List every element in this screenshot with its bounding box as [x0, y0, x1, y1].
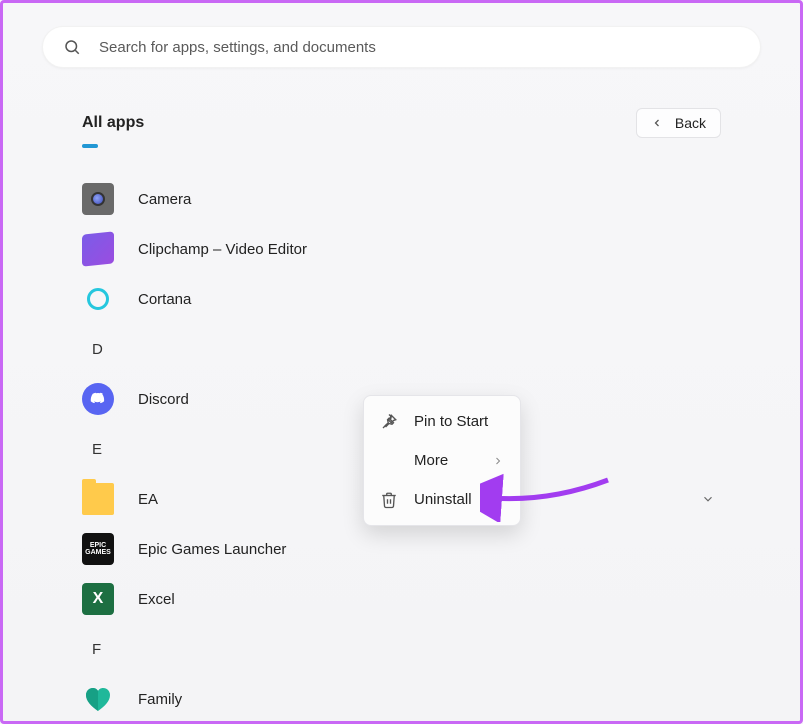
pin-icon — [380, 413, 398, 431]
app-item-clipchamp[interactable]: Clipchamp – Video Editor — [82, 224, 721, 274]
section-header-d[interactable]: D — [82, 324, 721, 374]
app-label: Cortana — [138, 291, 191, 308]
app-label: Epic Games Launcher — [138, 541, 286, 558]
app-label: Clipchamp – Video Editor — [138, 241, 307, 258]
app-label: Camera — [138, 191, 191, 208]
app-item-camera[interactable]: Camera — [82, 174, 721, 224]
discord-icon — [82, 383, 114, 415]
search-icon — [63, 38, 81, 56]
app-label: EA — [138, 491, 158, 508]
menu-item-label: Pin to Start — [414, 413, 488, 430]
app-item-epic[interactable]: EPIC GAMES Epic Games Launcher — [82, 524, 721, 574]
menu-item-pin-to-start[interactable]: Pin to Start — [364, 402, 520, 441]
app-label: Discord — [138, 391, 189, 408]
cortana-icon — [82, 283, 114, 315]
clipchamp-icon — [82, 231, 114, 266]
app-item-cortana[interactable]: Cortana — [82, 274, 721, 324]
menu-item-more[interactable]: More — [364, 441, 520, 480]
chevron-right-icon — [492, 455, 504, 467]
search-input[interactable] — [99, 39, 740, 56]
menu-item-label: Uninstall — [414, 491, 472, 508]
chevron-left-icon — [651, 117, 663, 129]
search-bar[interactable] — [42, 26, 761, 68]
app-label: Excel — [138, 591, 175, 608]
excel-icon: X — [82, 583, 114, 615]
app-item-excel[interactable]: X Excel — [82, 574, 721, 624]
trash-icon — [380, 491, 398, 509]
all-apps-title: All apps — [82, 114, 144, 132]
back-button[interactable]: Back — [636, 108, 721, 138]
menu-item-label: More — [414, 452, 448, 469]
camera-icon — [82, 183, 114, 215]
blank-icon — [380, 452, 398, 470]
back-button-label: Back — [675, 115, 706, 131]
epic-games-icon: EPIC GAMES — [82, 533, 114, 565]
menu-item-uninstall[interactable]: Uninstall — [364, 480, 520, 519]
folder-icon — [82, 483, 114, 515]
app-label: Family — [138, 691, 182, 708]
chevron-down-icon[interactable] — [701, 492, 715, 506]
section-header-f[interactable]: F — [82, 624, 721, 674]
family-icon — [82, 683, 114, 715]
app-item-family[interactable]: Family — [82, 674, 721, 724]
context-menu: Pin to Start More Uninstall — [363, 395, 521, 526]
